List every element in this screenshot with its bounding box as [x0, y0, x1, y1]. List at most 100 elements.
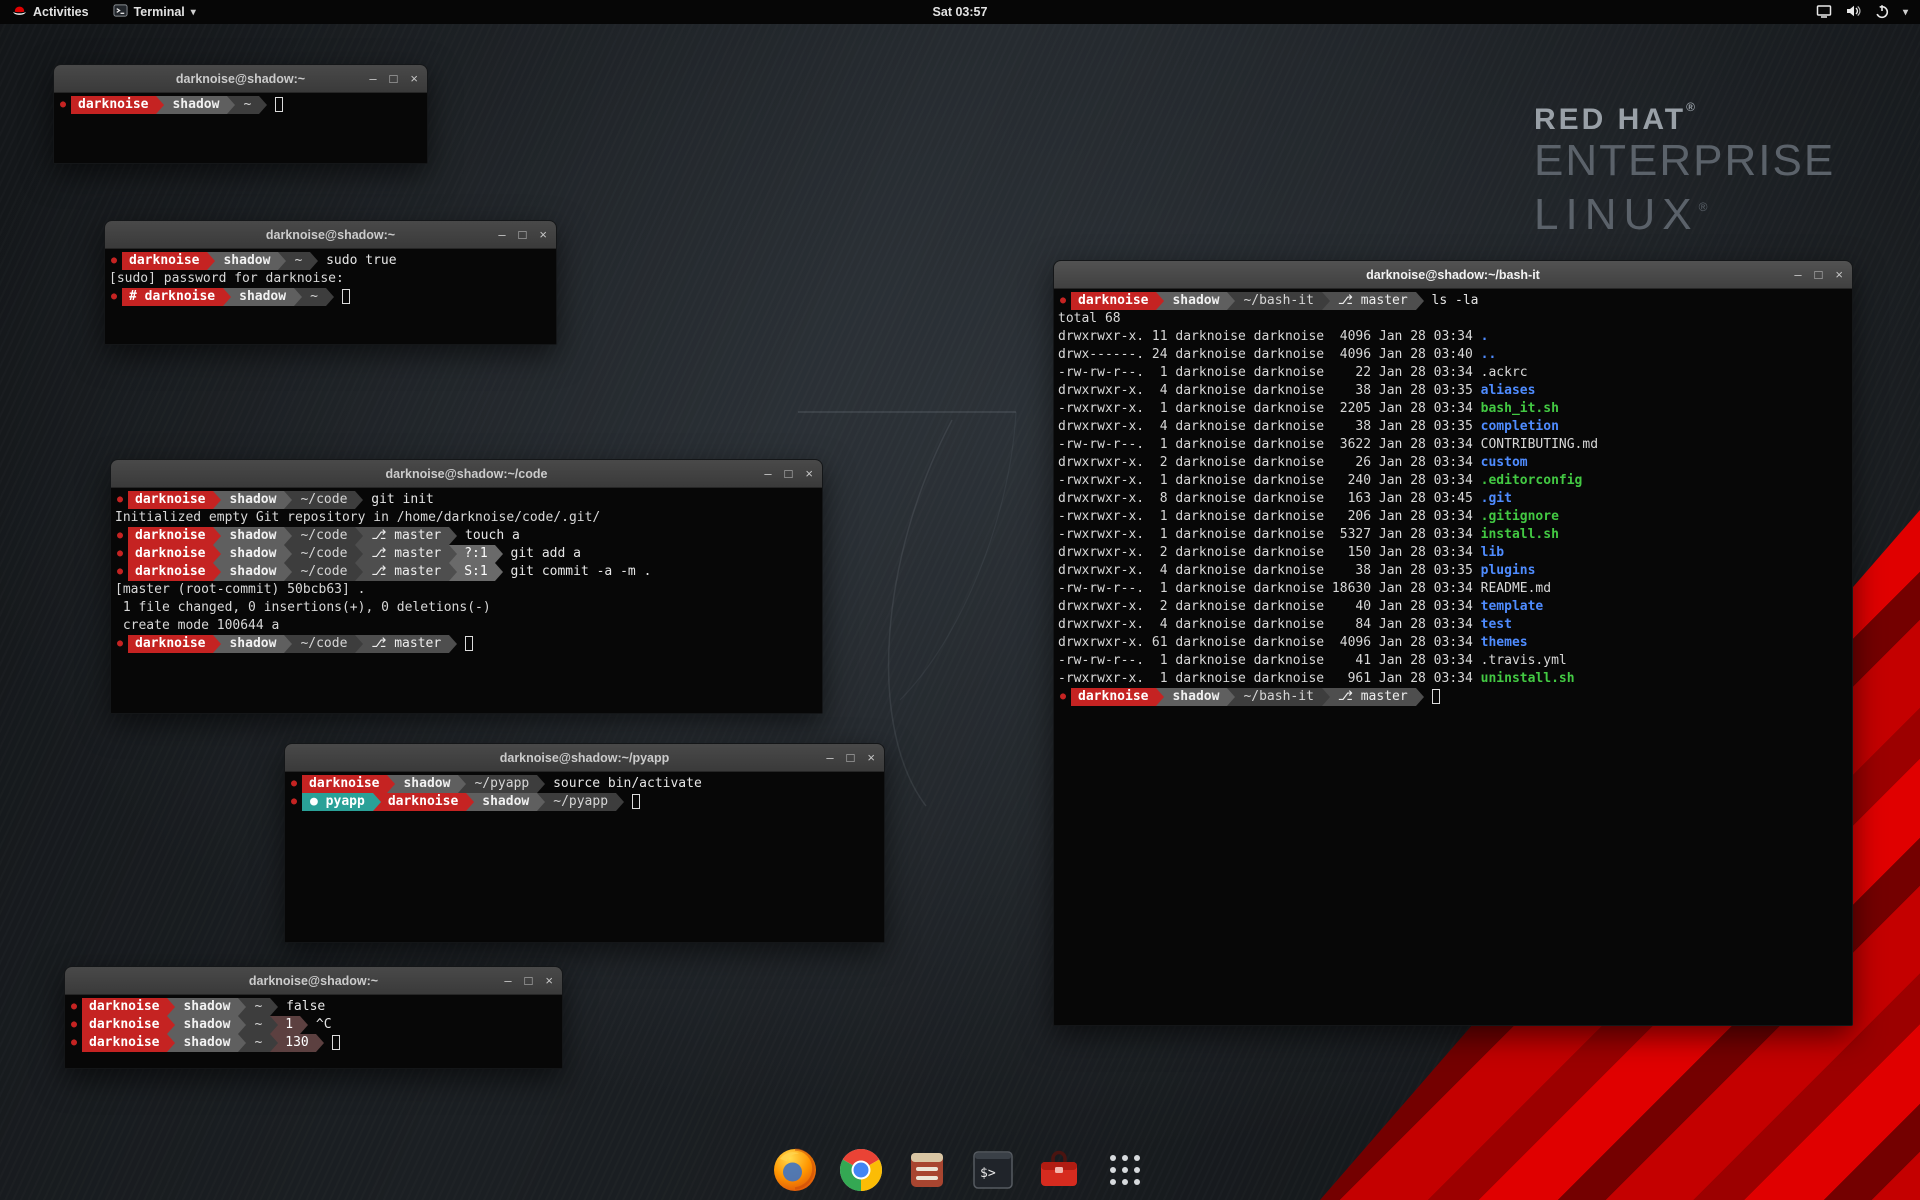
powerline-separator	[316, 1034, 324, 1052]
terminal-text-plain: drwxrwxr-x. 11 darknoise darknoise 4096 …	[1058, 328, 1481, 346]
powerline-separator	[223, 288, 231, 306]
window-maximize-button[interactable]: □	[519, 221, 527, 249]
prompt-redhat-icon: ●	[109, 252, 122, 270]
terminal-body[interactable]: ●darknoiseshadow~ false●darknoiseshadow~…	[65, 995, 562, 1068]
powerline-separator	[213, 635, 221, 653]
window-minimize-button[interactable]: –	[826, 744, 833, 772]
app-menu-terminal[interactable]: Terminal ▾	[101, 0, 208, 24]
terminal-text-plain	[624, 793, 632, 811]
terminal-text-plain: -rwxrwxr-x. 1 darknoise darknoise 206 Ja…	[1058, 508, 1481, 526]
window-titlebar[interactable]: darknoise@shadow:~ – □ ×	[54, 65, 427, 93]
terminal-text-path: ~/code	[292, 635, 355, 653]
window-titlebar[interactable]: darknoise@shadow:~/pyapp – □ ×	[285, 744, 884, 772]
window-close-button[interactable]: ×	[539, 221, 547, 249]
window-minimize-button[interactable]: –	[764, 460, 771, 488]
terminal-text-host: shadow	[1164, 292, 1227, 310]
terminal-line: drwxrwxr-x. 11 darknoise darknoise 4096 …	[1058, 328, 1852, 346]
window-maximize-button[interactable]: □	[1815, 261, 1823, 289]
terminal-text-exec: bash_it.sh	[1481, 400, 1559, 418]
terminal-body[interactable]: ●darknoiseshadow~/code git initInitializ…	[111, 488, 822, 713]
terminal-window-home-2[interactable]: darknoise@shadow:~ – □ × ●darknoiseshado…	[104, 220, 557, 345]
file-cabinet-icon[interactable]	[903, 1146, 951, 1194]
window-close-button[interactable]: ×	[1835, 261, 1843, 289]
window-close-button[interactable]: ×	[410, 65, 418, 93]
terminal-text-user: darknoise	[82, 998, 167, 1016]
activities-button[interactable]: Activities	[0, 0, 101, 24]
terminal-body[interactable]: ●darknoiseshadow~/pyapp source bin/activ…	[285, 772, 884, 942]
window-minimize-button[interactable]: –	[504, 967, 511, 995]
powerline-separator	[238, 1016, 246, 1034]
app-grid-icon[interactable]	[1101, 1146, 1149, 1194]
window-close-button[interactable]: ×	[545, 967, 553, 995]
terminal-window-home-3[interactable]: darknoise@shadow:~ – □ × ●darknoiseshado…	[64, 966, 563, 1069]
powerline-separator	[270, 1034, 278, 1052]
clock[interactable]: Sat 03:57	[933, 0, 988, 24]
powerline-separator	[294, 288, 302, 306]
terminal-text-plain: drwxrwxr-x. 4 darknoise darknoise 84 Jan…	[1058, 616, 1481, 634]
terminal-text-dir: plugins	[1481, 562, 1536, 580]
terminal-text-plain: CONTRIBUTING.md	[1481, 436, 1598, 454]
terminal-text-path: ~/code	[292, 545, 355, 563]
terminal-text-plain: total 68	[1058, 310, 1121, 328]
terminal-text-git: ⎇ master	[363, 563, 449, 581]
redhat-logo-icon	[12, 3, 27, 21]
terminal-text-plain: README.md	[1481, 580, 1551, 598]
terminal-icon[interactable]: $>	[969, 1146, 1017, 1194]
terminal-text-cmd: sudo true	[318, 252, 396, 270]
powerline-separator	[213, 545, 221, 563]
display-icon[interactable]	[1816, 3, 1832, 22]
window-maximize-button[interactable]: □	[390, 65, 398, 93]
terminal-text-exec: .editorconfig	[1481, 472, 1583, 490]
window-minimize-button[interactable]: –	[1794, 261, 1801, 289]
terminal-text-path: ~	[235, 96, 259, 114]
terminal-text-user: darknoise	[128, 527, 213, 545]
window-controls: – □ ×	[1794, 261, 1843, 289]
window-titlebar[interactable]: darknoise@shadow:~ – □ ×	[105, 221, 556, 249]
window-maximize-button[interactable]: □	[525, 967, 533, 995]
window-titlebar[interactable]: darknoise@shadow:~/bash-it – □ ×	[1054, 261, 1852, 289]
power-icon[interactable]	[1874, 3, 1890, 22]
terminal-window-home-1[interactable]: darknoise@shadow:~ – □ × ●darknoiseshado…	[53, 64, 428, 164]
terminal-text-plain: drwx------. 24 darknoise darknoise 4096 …	[1058, 346, 1481, 364]
terminal-text-plain: drwxrwxr-x. 4 darknoise darknoise 38 Jan…	[1058, 382, 1481, 400]
powerline-separator	[310, 252, 318, 270]
prompt-redhat-icon: ●	[1058, 688, 1071, 706]
terminal-body[interactable]: ●darknoiseshadow~/bash-it⎇ master ls -la…	[1054, 289, 1852, 1025]
window-title: darknoise@shadow:~/pyapp	[500, 751, 670, 765]
powerline-separator	[213, 527, 221, 545]
terminal-text-plain: -rwxrwxr-x. 1 darknoise darknoise 961 Ja…	[1058, 670, 1481, 688]
terminal-window-bash-it[interactable]: darknoise@shadow:~/bash-it – □ × ●darkno…	[1053, 260, 1853, 1026]
window-minimize-button[interactable]: –	[498, 221, 505, 249]
window-titlebar[interactable]: darknoise@shadow:~ – □ ×	[65, 967, 562, 995]
powerline-separator	[284, 635, 292, 653]
toolbox-icon[interactable]	[1035, 1146, 1083, 1194]
powerline-separator	[449, 545, 457, 563]
terminal-body[interactable]: ●darknoiseshadow~ sudo true[sudo] passwo…	[105, 249, 556, 344]
terminal-window-pyapp[interactable]: darknoise@shadow:~/pyapp – □ × ●darknois…	[284, 743, 885, 943]
terminal-window-code[interactable]: darknoise@shadow:~/code – □ × ●darknoise…	[110, 459, 823, 714]
window-titlebar[interactable]: darknoise@shadow:~/code – □ ×	[111, 460, 822, 488]
system-status-area[interactable]: ▾	[1816, 3, 1920, 22]
activities-label: Activities	[33, 5, 89, 19]
prompt-redhat-icon: ●	[115, 563, 128, 581]
window-close-button[interactable]: ×	[805, 460, 813, 488]
volume-icon[interactable]	[1845, 3, 1861, 22]
window-maximize-button[interactable]: □	[847, 744, 855, 772]
terminal-app-icon	[113, 3, 128, 21]
powerline-separator	[213, 491, 221, 509]
firefox-icon[interactable]	[771, 1146, 819, 1194]
terminal-text-git: ⎇ master	[363, 635, 449, 653]
window-minimize-button[interactable]: –	[369, 65, 376, 93]
window-title: darknoise@shadow:~	[249, 974, 378, 988]
powerline-separator	[284, 527, 292, 545]
chrome-icon[interactable]	[837, 1146, 885, 1194]
powerline-separator	[167, 1034, 175, 1052]
window-maximize-button[interactable]: □	[785, 460, 793, 488]
terminal-line: [sudo] password for darknoise:	[109, 270, 556, 288]
terminal-text-path: ~	[302, 288, 326, 306]
window-close-button[interactable]: ×	[867, 744, 875, 772]
terminal-text-plain: [master (root-commit) 50bcb63] .	[115, 581, 365, 599]
terminal-line: Initialized empty Git repository in /hom…	[115, 509, 822, 527]
terminal-body[interactable]: ●darknoiseshadow~	[54, 93, 427, 163]
powerline-separator	[238, 1034, 246, 1052]
